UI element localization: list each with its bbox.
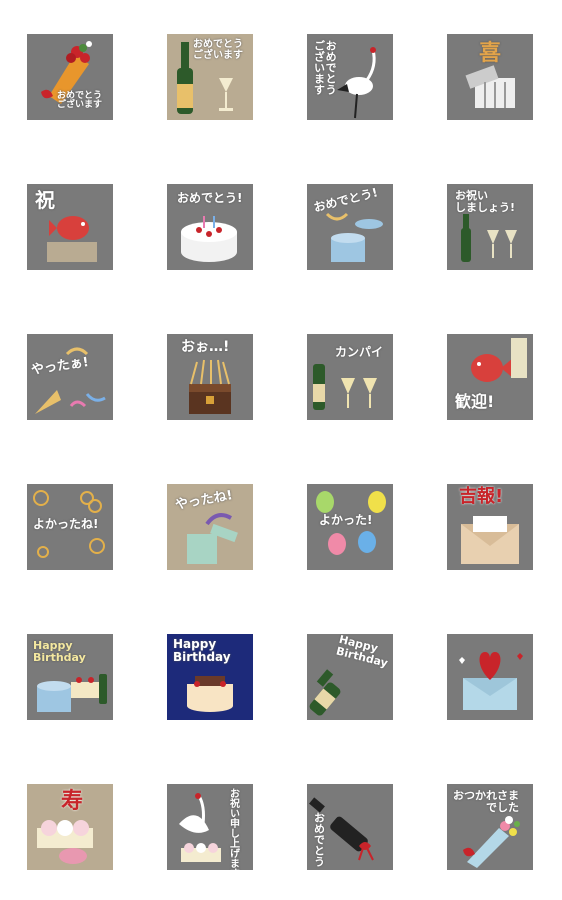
sticker-kotobuki[interactable]: 寿 — [27, 784, 113, 870]
crane-icon — [179, 793, 221, 862]
party-popper-icon — [35, 347, 106, 414]
sticker-love-letter[interactable] — [447, 634, 533, 720]
balloons-icon — [316, 491, 386, 555]
sticker-cheers[interactable]: カンパイ — [307, 334, 393, 420]
sticker-yay[interactable]: やったぁ! — [27, 334, 113, 420]
sticker-text: おめでとう! — [177, 191, 243, 205]
sticker-text: Happy Birthday — [33, 639, 86, 664]
sticker-text: Happy Birthday — [173, 637, 231, 664]
sticker-sea-bream-celebrate[interactable]: 祝 — [27, 184, 113, 270]
sticker-text: 喜 — [479, 41, 502, 66]
sticker-text: カンパイ — [335, 345, 384, 359]
sticker-crane-congrats[interactable]: おめでとう ございます — [307, 34, 393, 120]
sticker-happy-birthday-3[interactable]: Happy Birthday — [307, 634, 393, 720]
sticker-good-news[interactable]: 吉報! — [447, 484, 533, 570]
sticker-welcome[interactable]: 歓迎! — [447, 334, 533, 420]
sticker-text: 寿 — [61, 789, 84, 814]
sticker-text: よかったね! — [33, 517, 99, 531]
sticker-text: おぉ…! — [181, 339, 230, 355]
sticker-text: おめでとう ございます — [312, 40, 338, 95]
sticker-bouquet-congrats[interactable]: おめでとう ございます — [27, 34, 113, 120]
sticker-text: よかった! — [319, 513, 373, 527]
sticker-text: おめでとう — [312, 812, 326, 867]
sticker-text: 歓迎! — [455, 392, 495, 411]
sticker-lets-celebrate[interactable]: お祝い しましょう! — [447, 184, 533, 270]
sticker-crane-congratulations[interactable]: お祝い申し上げます — [167, 784, 253, 870]
sticker-text: 吉報! — [459, 486, 504, 507]
sticker-treasure-wow[interactable]: おぉ…! — [167, 334, 253, 420]
sticker-text: おめでとう ございます — [193, 39, 243, 61]
sticker-cake-congrats[interactable]: おめでとう! — [167, 184, 253, 270]
sticker-text: 祝 — [35, 188, 55, 212]
sticker-good-for-you[interactable]: よかったね! — [27, 484, 113, 570]
sticker-so-glad[interactable]: よかった! — [307, 484, 393, 570]
sticker-did-it[interactable]: やったね! — [167, 484, 253, 570]
heart-envelope-icon — [459, 652, 523, 710]
sticker-text: おつかれさま でした — [453, 789, 519, 814]
sticker-happy-birthday-2[interactable]: Happy Birthday — [167, 634, 253, 720]
sticker-champagne-congrats[interactable]: おめでとう ございます — [167, 34, 253, 120]
sticker-gift-joy[interactable]: 喜 — [447, 34, 533, 120]
sticker-bottle-congrats[interactable]: おめでとう — [307, 784, 393, 870]
sticker-text: おめでとう ございます — [57, 91, 103, 111]
sticker-giftbox-congrats[interactable]: おめでとう! — [307, 184, 393, 270]
sticker-text: お祝い しましょう! — [455, 189, 516, 214]
sticker-good-work[interactable]: おつかれさま でした — [447, 784, 533, 870]
sticker-happy-birthday-1[interactable]: Happy Birthday — [27, 634, 113, 720]
sticker-text: お祝い申し上げます — [227, 788, 239, 870]
